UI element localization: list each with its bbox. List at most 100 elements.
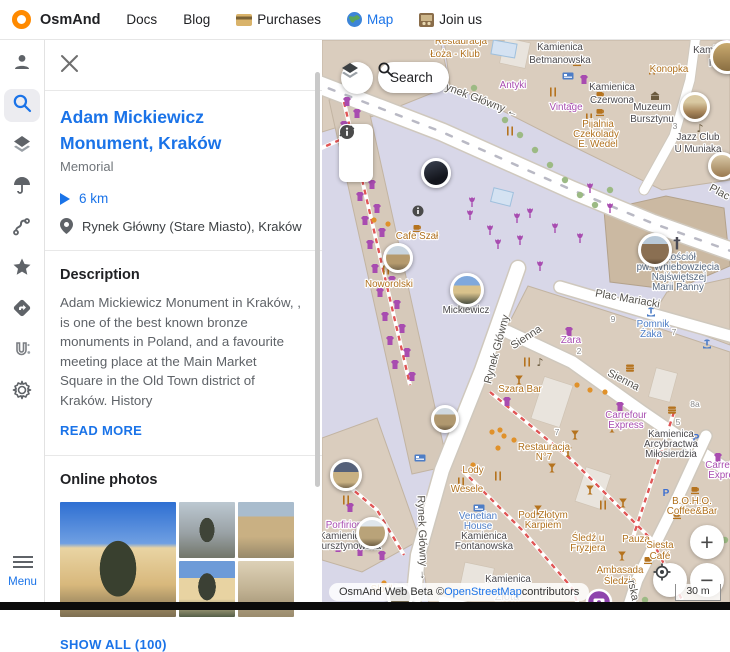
map-canvas[interactable]: ♪♪†PP RestauracjaŁoża - KlubKamienicaBet… — [322, 40, 730, 610]
map-label: Betmanowska — [529, 55, 591, 66]
map-photo-marker[interactable] — [708, 152, 730, 180]
map-label: Café — [650, 551, 671, 562]
map-label: Vintage — [549, 102, 583, 113]
sidebar-item-account[interactable] — [4, 48, 40, 81]
map-poi-dot-icon — [371, 217, 376, 222]
monument-square-photo[interactable] — [179, 502, 235, 558]
divider — [45, 90, 322, 91]
sidebar-item-settings[interactable] — [4, 376, 40, 409]
nav-item-purchases[interactable]: Purchases — [236, 12, 321, 27]
map-label: Zara — [561, 335, 582, 346]
sidebar-item-tracks[interactable] — [4, 212, 40, 245]
umbrella-icon — [12, 175, 32, 200]
map-photo-marker[interactable] — [450, 273, 484, 307]
map-label: 3 — [673, 121, 678, 131]
map-poi-dot-icon — [489, 429, 494, 434]
attribution-prefix: OsmAnd Web Beta © — [339, 586, 444, 598]
place-details-panel: Adam Mickiewicz Monument, Kraków Memoria… — [45, 40, 322, 602]
magnet-icon — [12, 339, 32, 364]
map-label: Fontanowska — [455, 541, 514, 552]
sidebar-item-plan-route[interactable] — [4, 335, 40, 368]
map-label: Kamienica — [589, 82, 635, 93]
sidebar-item-favorites[interactable] — [4, 253, 40, 286]
nav-item-docs[interactable]: Docs — [126, 12, 157, 27]
map-label: Szara Bar — [498, 384, 542, 395]
svg-text:♪: ♪ — [536, 356, 543, 369]
map-poi-tree-icon — [607, 187, 613, 193]
place-title: Adam Mickiewicz Monument, Kraków — [60, 104, 300, 156]
map-poi-dot-icon — [602, 389, 607, 394]
sidebar-item-navigation[interactable] — [4, 294, 40, 327]
map-label: N°7 — [536, 452, 552, 463]
sidebar-item-weather[interactable] — [4, 171, 40, 204]
map-poi-dot-icon — [495, 445, 500, 450]
map-poi-burger-icon — [668, 407, 676, 414]
read-more-button[interactable]: READ MORE — [60, 423, 307, 438]
map-photo-marker[interactable] — [421, 158, 451, 188]
map-label: Łoża - Klub — [430, 49, 480, 60]
aerial-square-photo[interactable] — [238, 502, 294, 558]
monument-cloth-hall-photo[interactable] — [60, 502, 176, 617]
zoom-in-button[interactable]: + — [690, 525, 724, 559]
osmand-logo-icon — [12, 10, 31, 29]
map-photo-marker[interactable] — [638, 233, 672, 267]
map-label: 5 — [676, 417, 681, 427]
location-pin-icon — [60, 218, 73, 234]
attribution-suffix: contributors — [522, 586, 579, 598]
nav-item-map[interactable]: Map — [347, 12, 393, 27]
map-photo-marker[interactable] — [383, 243, 413, 273]
map-attribution: OsmAnd Web Beta © OpenStreetMap contribu… — [329, 583, 589, 601]
show-all-photos-button[interactable]: SHOW ALL (100) — [60, 637, 307, 652]
map-layers-button[interactable] — [341, 62, 373, 94]
close-icon[interactable] — [60, 54, 79, 73]
nav-item-label: Map — [367, 12, 393, 27]
sidebar-item-search[interactable] — [4, 89, 40, 122]
map-label: Bursztynu — [630, 114, 674, 125]
distance-row[interactable]: 6 km — [60, 191, 307, 206]
left-sidebar: Menu — [0, 40, 45, 602]
openstreetmap-link[interactable]: OpenStreetMap — [444, 586, 522, 598]
map-label: Konopka — [650, 64, 689, 75]
divider — [45, 455, 322, 456]
sidebar-icons — [4, 40, 40, 409]
map-label: Restauracja — [435, 40, 488, 47]
map-search-button[interactable]: Search — [378, 62, 449, 93]
map-label: Karpiem — [525, 520, 561, 531]
map-poi-tree-icon — [592, 202, 598, 208]
sidebar-item-configure-map[interactable] — [4, 130, 40, 163]
menu-label: Menu — [0, 576, 45, 588]
info-icon[interactable] — [339, 124, 355, 140]
online-photos-grid — [60, 502, 307, 617]
map-poi-burger-icon — [626, 365, 634, 372]
description-text: Adam Mickiewicz Monument in Kraków, , is… — [60, 293, 302, 410]
map-photo-marker[interactable] — [330, 459, 362, 491]
person-icon — [12, 52, 32, 77]
map-poi-info-icon — [413, 206, 424, 217]
map-label: Coffee&Bar — [667, 506, 718, 517]
brand[interactable]: OsmAnd — [12, 10, 100, 29]
nav-item-label: Purchases — [257, 12, 321, 27]
map-poi-tree-icon — [502, 117, 508, 123]
direction-arrow-icon — [60, 193, 70, 205]
map-label: Noworolski — [365, 279, 413, 290]
star-icon — [12, 257, 32, 282]
map-photo-marker[interactable] — [431, 405, 459, 433]
nav-item-blog[interactable]: Blog — [183, 12, 210, 27]
sidebar-menu-button[interactable]: Menu — [0, 555, 45, 588]
map-photo-marker[interactable] — [356, 517, 388, 549]
map-photo-marker[interactable] — [680, 92, 710, 122]
map-label: Express — [608, 420, 643, 431]
nav-item-label: Blog — [183, 12, 210, 27]
panel-scrollbar[interactable] — [315, 72, 320, 487]
map-poi-bed-icon — [415, 455, 426, 462]
address-row: Rynek Główny (Stare Miasto), Kraków — [60, 218, 307, 234]
nav-item-join-us[interactable]: Join us — [419, 12, 482, 27]
crosshair-icon — [653, 563, 671, 581]
map-poi-dot-icon — [385, 221, 390, 226]
search-icon — [378, 62, 393, 77]
map-poi-tree-icon — [562, 177, 568, 183]
map-poi-tree-icon — [532, 147, 538, 153]
map-label: 7 — [555, 427, 560, 437]
map-label: Muzeum — [633, 102, 671, 113]
map-tools-box — [339, 124, 373, 182]
